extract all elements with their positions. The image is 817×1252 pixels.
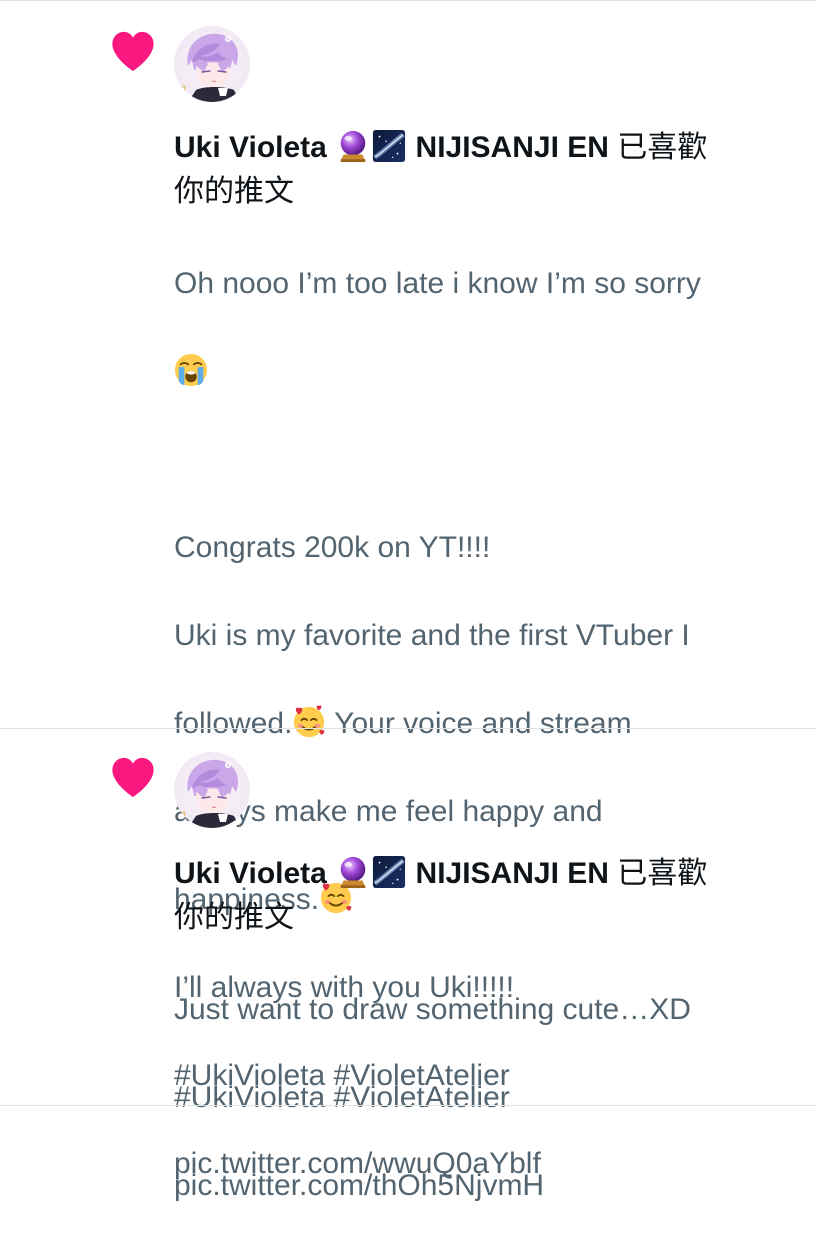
- heart-icon: [110, 756, 156, 798]
- tweet-line: [174, 350, 804, 394]
- notification-headline: Uki Violeta NIJISANJI EN 已喜歡 你的推文: [174, 126, 804, 214]
- tweet-line: Uki is my favorite and the first VTuber …: [174, 619, 690, 652]
- tweet-hashtags[interactable]: #UkiVioleta #VioletAtelier: [174, 1076, 804, 1120]
- bottom-divider: [0, 1105, 817, 1106]
- tweet-line: Congrats 200k on YT!!!!: [174, 531, 491, 564]
- avatar[interactable]: [174, 26, 250, 102]
- author-name[interactable]: Uki Violeta: [174, 857, 327, 890]
- tweet-media-link[interactable]: pic.twitter.com/thOh5NjvmH: [174, 1164, 804, 1208]
- author-org[interactable]: NIJISANJI EN: [416, 131, 609, 164]
- tweet-text[interactable]: Just want to draw something cute…XD #Uki…: [174, 944, 804, 1252]
- action-text: 已喜歡: [617, 131, 708, 164]
- notification-headline: Uki Violeta NIJISANJI EN 已喜歡 你的推文: [174, 852, 804, 940]
- like-notification[interactable]: Uki Violeta NIJISANJI EN 已喜歡 你的推文 Just w…: [0, 729, 817, 1202]
- loudly-crying-face-emoji: [174, 353, 208, 387]
- tweet-line: Oh nooo I’m too late i know I’m so sorry: [174, 267, 701, 300]
- like-notification[interactable]: Uki Violeta NIJISANJI EN 已喜歡 你的推文 Oh noo…: [0, 1, 817, 1180]
- author-name[interactable]: Uki Violeta: [174, 131, 327, 164]
- action-text-line2: 你的推文: [174, 175, 294, 208]
- crystal-ball-emoji: [336, 855, 370, 889]
- milky-way-emoji: [372, 855, 406, 889]
- milky-way-emoji: [372, 129, 406, 163]
- action-text: 已喜歡: [617, 857, 708, 890]
- author-org[interactable]: NIJISANJI EN: [416, 857, 609, 890]
- tweet-line: Just want to draw something cute…XD: [174, 993, 691, 1026]
- avatar[interactable]: [174, 752, 250, 828]
- crystal-ball-emoji: [336, 129, 370, 163]
- heart-icon: [110, 30, 156, 72]
- action-text-line2: 你的推文: [174, 901, 294, 934]
